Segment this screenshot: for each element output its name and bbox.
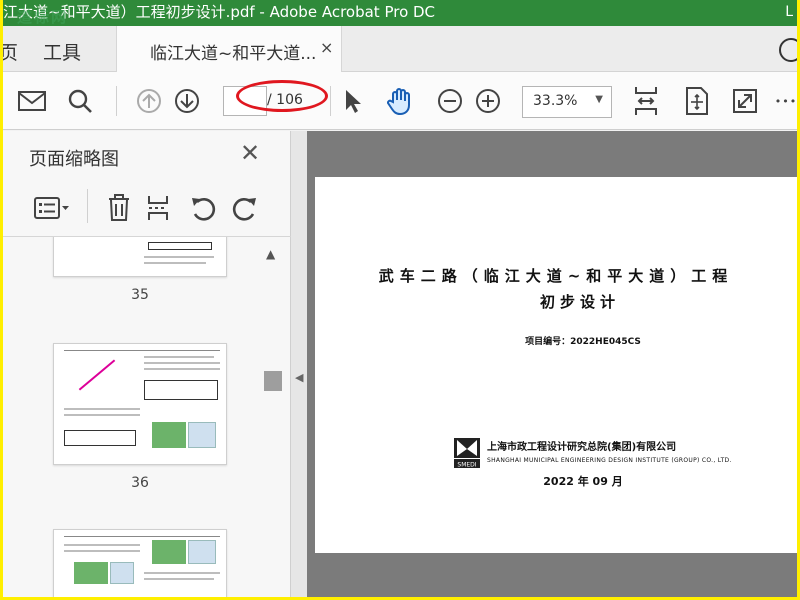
pdf-page: 武车二路（临江大道~和平大道）工程 初步设计 项目编号：2022HE045CS … bbox=[315, 177, 797, 553]
panel-collapse-handle[interactable]: ◀ bbox=[291, 131, 307, 597]
rotate-right-icon[interactable] bbox=[227, 191, 263, 225]
thumbnail-page-number: 35 bbox=[131, 287, 149, 303]
panel-toolbar bbox=[3, 181, 291, 237]
thumbnail-page[interactable] bbox=[53, 237, 227, 277]
scroll-mode-icon[interactable] bbox=[681, 72, 713, 130]
zoom-out-icon[interactable] bbox=[435, 72, 465, 130]
rotate-left-icon[interactable] bbox=[185, 191, 221, 225]
thumbnail-scrollbar[interactable]: ▲ bbox=[262, 245, 284, 597]
doc-org-english: SHANGHAI MUNICIPAL ENGINEERING DESIGN IN… bbox=[487, 457, 732, 464]
panel-title: 页面缩略图 bbox=[29, 149, 119, 170]
tab-tools[interactable]: 工具 bbox=[43, 38, 81, 65]
acrobat-window: 江大道~和平大道）工程初步设计.pdf - Adobe Acrobat Pro … bbox=[3, 0, 797, 597]
scrollbar-thumb[interactable] bbox=[264, 371, 282, 391]
chevron-down-icon: ▼ bbox=[595, 94, 603, 105]
scroll-up-icon[interactable]: ▲ bbox=[266, 247, 275, 261]
smedi-logo-icon: SMEDI bbox=[453, 437, 481, 469]
tab-close-icon[interactable]: × bbox=[320, 38, 333, 57]
doc-project-number: 项目编号：2022HE045CS bbox=[525, 337, 641, 347]
email-icon[interactable] bbox=[15, 72, 49, 130]
split-page-icon[interactable] bbox=[141, 191, 177, 225]
thumbnail-page[interactable] bbox=[53, 529, 227, 597]
search-icon[interactable] bbox=[63, 72, 97, 130]
prev-page-icon[interactable] bbox=[133, 72, 165, 130]
zoom-value: 33.3% bbox=[533, 93, 578, 109]
doc-title-line1: 武车二路（临江大道~和平大道）工程 bbox=[378, 267, 734, 285]
full-screen-icon[interactable] bbox=[729, 72, 761, 130]
page-total: / 106 bbox=[267, 92, 303, 108]
thumbnail-panel: 页面缩略图 ✕ 35 36 ▲ bbox=[3, 131, 291, 597]
thumbnail-options-icon[interactable] bbox=[31, 191, 73, 225]
tab-bar: 页 工具 临江大道~和平大道... × bbox=[3, 26, 797, 72]
thumbnail-page[interactable] bbox=[53, 343, 227, 465]
hand-tool-icon[interactable] bbox=[384, 72, 416, 130]
zoom-select[interactable]: 33.3% ▼ bbox=[522, 86, 612, 118]
toolbar-separator bbox=[116, 86, 117, 116]
zoom-in-icon[interactable] bbox=[473, 72, 503, 130]
doc-title-line2: 初步设计 bbox=[539, 293, 620, 311]
tab-home[interactable]: 页 bbox=[3, 38, 18, 65]
more-tools-icon[interactable]: ••• bbox=[775, 72, 797, 130]
doc-date: 2022 年 09 月 bbox=[543, 475, 623, 488]
tab-document-label: 临江大道~和平大道... bbox=[150, 44, 317, 64]
select-cursor-icon[interactable] bbox=[338, 72, 368, 130]
doc-org-chinese: 上海市政工程设计研究总院(集团)有限公司 bbox=[487, 442, 677, 453]
chevron-left-icon: ◀ bbox=[295, 371, 304, 384]
title-bar: 江大道~和平大道）工程初步设计.pdf - Adobe Acrobat Pro … bbox=[3, 0, 797, 26]
window-control[interactable]: L bbox=[785, 0, 793, 24]
fit-page-icon[interactable] bbox=[630, 72, 662, 130]
help-icon[interactable] bbox=[779, 38, 797, 62]
tab-document[interactable]: 临江大道~和平大道... × bbox=[116, 26, 342, 72]
delete-page-icon[interactable] bbox=[101, 191, 137, 225]
window-title: 江大道~和平大道）工程初步设计.pdf - Adobe Acrobat Pro … bbox=[3, 3, 436, 21]
document-view[interactable]: 武车二路（临江大道~和平大道）工程 初步设计 项目编号：2022HE045CS … bbox=[307, 131, 797, 597]
panel-separator bbox=[87, 189, 88, 223]
page-number-input[interactable] bbox=[223, 86, 267, 116]
toolbar-separator bbox=[330, 86, 331, 116]
next-page-icon[interactable] bbox=[171, 72, 203, 130]
panel-close-icon[interactable]: ✕ bbox=[240, 141, 260, 165]
toolbar: / 106 33.3% ▼ ••• bbox=[3, 72, 797, 130]
logo-text: SMEDI bbox=[457, 462, 476, 469]
thumbnail-page-number: 36 bbox=[131, 475, 149, 491]
thumbnail-list[interactable]: 35 36 bbox=[3, 237, 291, 597]
